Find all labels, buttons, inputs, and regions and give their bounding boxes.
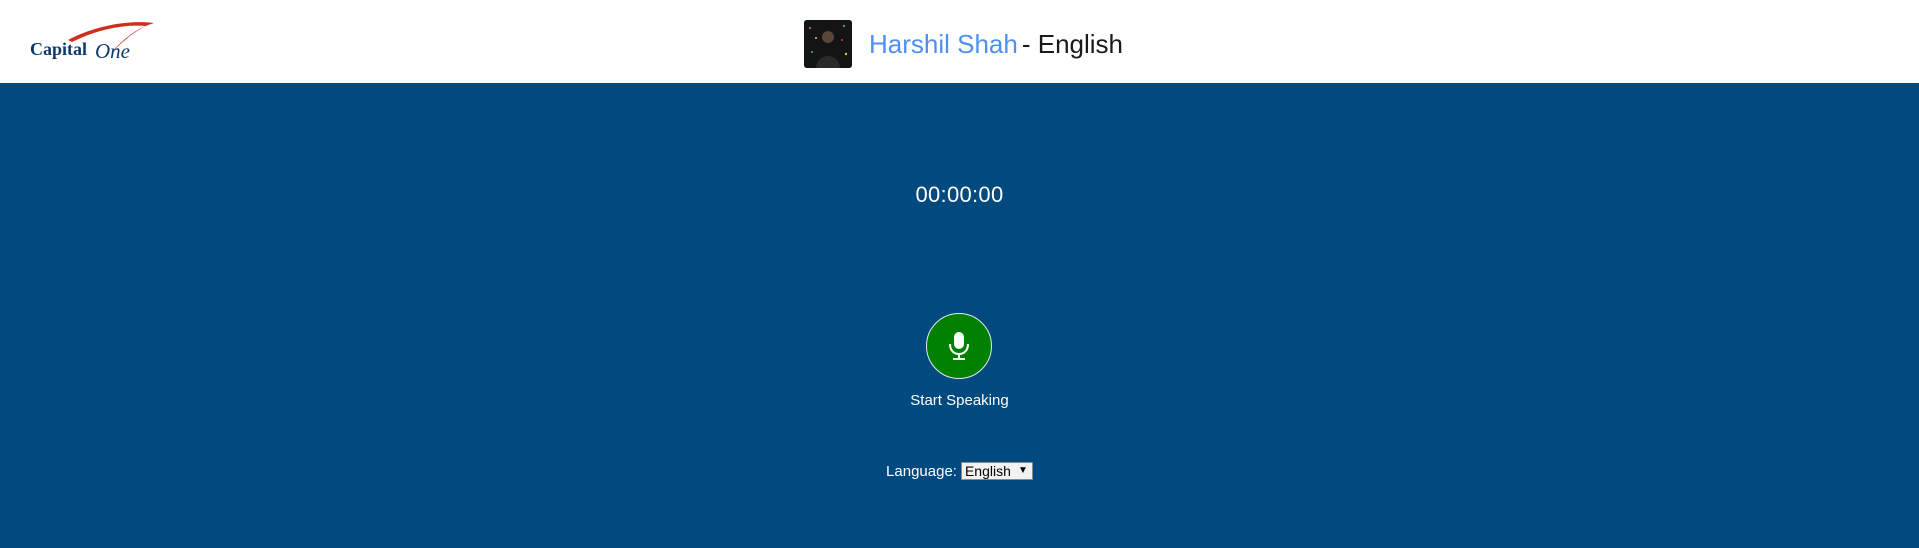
svg-text:Capital: Capital [30, 39, 87, 59]
language-row: Language: English ▼ [0, 462, 1919, 480]
recording-timer: 00:00:00 [915, 182, 1004, 207]
start-speaking-button[interactable] [926, 313, 992, 379]
recording-panel: 00:00:00 Start Speaking Language: Englis… [0, 83, 1919, 548]
start-speaking-label: Start Speaking [910, 392, 1009, 409]
user-avatar-icon [804, 20, 852, 68]
svg-text:One: One [95, 39, 130, 63]
language-select[interactable]: English ▼ [960, 462, 1033, 480]
capital-one-logo-graphic: Capital One [30, 22, 154, 63]
user-name[interactable]: Harshil Shah [869, 29, 1018, 60]
capital-one-logo[interactable]: Capital One [28, 18, 158, 68]
language-title: - English [1021, 28, 1124, 59]
microphone-icon [949, 332, 969, 360]
chevron-down-icon: ▼ [1018, 465, 1028, 476]
language-select-value: English [964, 463, 1011, 479]
user-info: Harshil Shah - English [804, 20, 1123, 68]
language-label: Language: [886, 462, 957, 480]
user-avatar[interactable] [804, 20, 852, 68]
app-header: Capital One Harshil Shah - English [0, 0, 1919, 83]
